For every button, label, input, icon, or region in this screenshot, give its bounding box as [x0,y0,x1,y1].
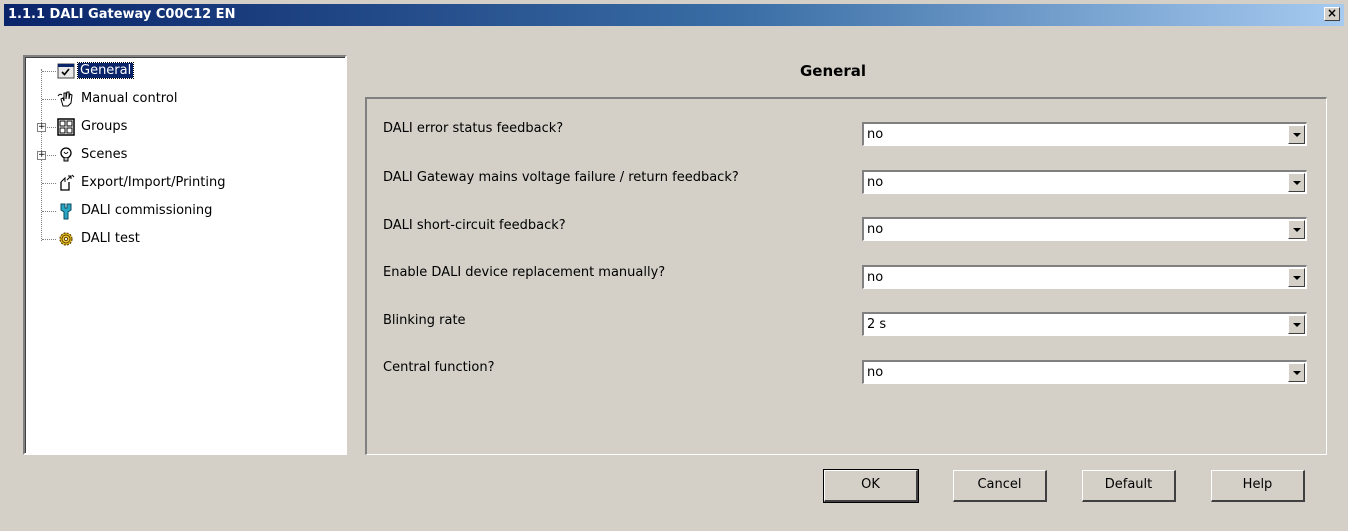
tree-item-label: DALI test [81,231,140,246]
window-title: 1.1.1 DALI Gateway C00C12 EN [8,7,236,22]
tree-item-label: Scenes [81,147,128,162]
dropdown-button[interactable] [1288,173,1305,192]
chevron-down-icon [1293,323,1301,327]
param-label: Blinking rate [383,313,466,328]
page-title: General [800,62,866,80]
tree-item-label: DALI commissioning [81,203,213,218]
gear-icon [59,232,73,246]
tree-item-label: Export/Import/Printing [81,175,226,190]
dropdown-button[interactable] [1288,363,1305,382]
param-label: DALI Gateway mains voltage failure / ret… [383,170,739,185]
chevron-down-icon [1293,181,1301,185]
dialog-window: 1.1.1 DALI Gateway C00C12 EN × General M… [0,0,1348,531]
param-select-device-replacement[interactable]: no [862,265,1307,289]
chevron-down-icon [1293,371,1301,375]
tree-item-general[interactable]: General [25,61,325,81]
chevron-down-icon [1293,133,1301,137]
hand-icon [57,91,73,107]
param-label: DALI error status feedback? [383,121,564,136]
param-label: DALI short-circuit feedback? [383,218,566,233]
parameter-tree[interactable]: General Manual control + Groups + Scenes… [23,55,347,455]
close-button[interactable]: × [1324,7,1340,21]
combo-value: no [867,365,884,380]
param-select-error-status[interactable]: no [862,122,1307,146]
dropdown-button[interactable] [1288,125,1305,144]
tree-item-label: General [76,62,135,79]
export-icon [60,174,75,191]
wrench-icon [60,203,72,220]
cancel-button[interactable]: Cancel [953,470,1047,502]
expand-icon[interactable]: + [37,151,46,160]
param-select-short-circuit[interactable]: no [862,217,1307,241]
ok-button[interactable]: OK [823,469,919,503]
chevron-down-icon [1293,228,1301,232]
close-icon: × [1326,6,1338,20]
tree-item-label: Manual control [81,91,178,106]
param-label: Central function? [383,360,495,375]
dropdown-button[interactable] [1288,268,1305,287]
tree-item-groups[interactable]: + Groups [25,117,325,137]
combo-value: no [867,222,884,237]
title-bar[interactable]: 1.1.1 DALI Gateway C00C12 EN × [4,4,1344,26]
help-button[interactable]: Help [1211,470,1305,502]
param-label: Enable DALI device replacement manually? [383,265,666,280]
tree-item-dali-test[interactable]: DALI test [25,229,325,249]
tree-item-dali-commissioning[interactable]: DALI commissioning [25,201,325,221]
param-select-mains-voltage[interactable]: no [862,170,1307,194]
combo-value: no [867,175,884,190]
bulb-icon [60,147,72,162]
dropdown-button[interactable] [1288,315,1305,334]
tree-item-manual-control[interactable]: Manual control [25,89,325,109]
tree-item-export-import-printing[interactable]: Export/Import/Printing [25,173,325,193]
checklist-icon [57,63,75,79]
combo-value: no [867,127,884,142]
expand-icon[interactable]: + [37,123,46,132]
param-select-central-function[interactable]: no [862,360,1307,384]
default-button[interactable]: Default [1082,470,1176,502]
combo-value: 2 s [867,317,887,332]
tree-item-scenes[interactable]: + Scenes [25,145,325,165]
param-select-blinking-rate[interactable]: 2 s [862,312,1307,336]
grid-icon [57,118,75,136]
combo-value: no [867,270,884,285]
dropdown-button[interactable] [1288,220,1305,239]
tree-item-label: Groups [81,119,128,134]
chevron-down-icon [1293,276,1301,280]
